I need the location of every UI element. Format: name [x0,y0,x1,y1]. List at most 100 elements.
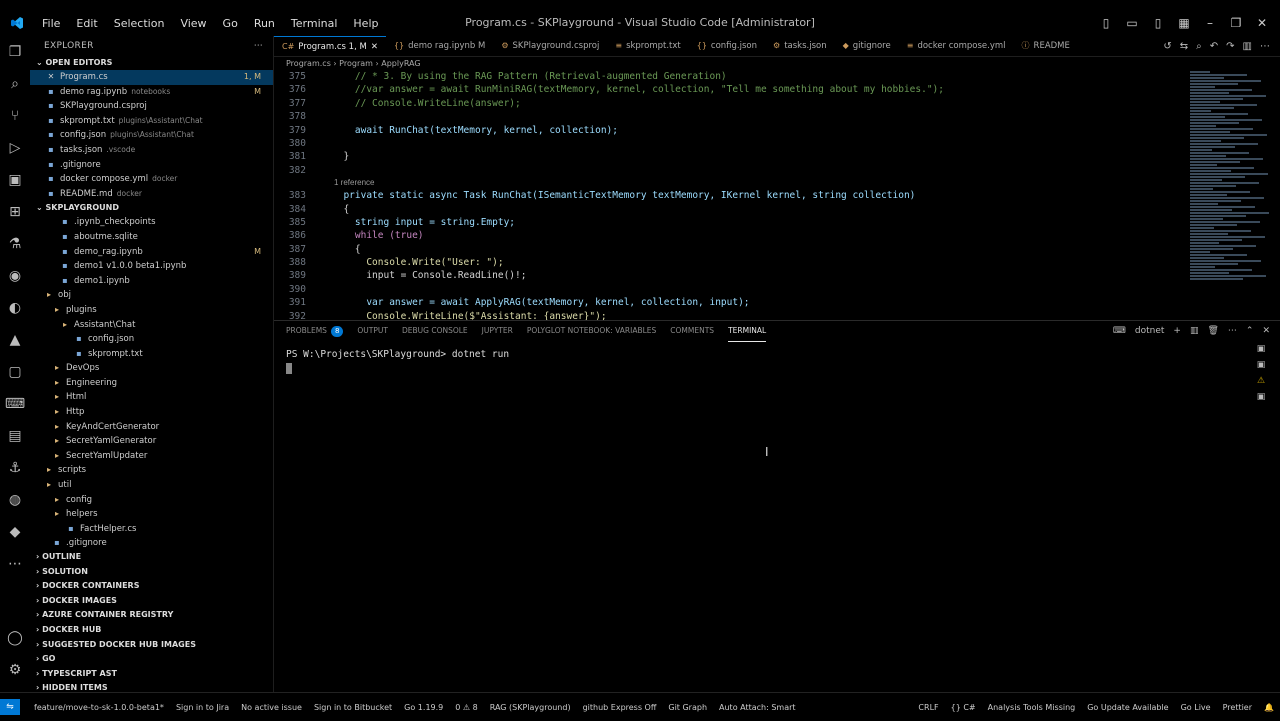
menu-file[interactable]: File [34,17,68,30]
open-editor-item[interactable]: ▪ tasks.json .vscode [30,143,273,158]
code-editor[interactable]: 375 // * 3. By using the RAG Pattern (Re… [274,70,1194,322]
file-item[interactable]: ▪ demo_rag.ipynb M [30,245,273,260]
jupyter-icon[interactable]: ◐ [0,292,30,324]
menu-edit[interactable]: Edit [68,17,105,30]
status-item[interactable]: Auto Attach: Smart [713,703,802,712]
status-item[interactable]: Analysis Tools Missing [982,703,1082,712]
editor-tab[interactable]: ⚙ SKPlayground.csproj [493,36,607,56]
status-item[interactable]: RAG (SKPlayground) [484,703,577,712]
terminal-view-icon[interactable]: ⌨ [0,388,30,420]
sidebar-section-3[interactable]: › DOCKER IMAGES [30,594,273,609]
menu-view[interactable]: View [172,17,214,30]
open-editor-item[interactable]: ▪ demo rag.ipynb notebooks M [30,85,273,100]
sidebar-section-5[interactable]: › DOCKER HUB [30,623,273,638]
folder-item[interactable]: ▸ Engineering [30,376,273,391]
explorer-more-icon[interactable]: ⋯ [254,36,263,56]
folder-item[interactable]: ▸ config [30,493,273,508]
folder-item[interactable]: ▸ KeyAndCertGenerator [30,420,273,435]
file-item[interactable]: ▪ demo1.ipynb [30,274,273,289]
editor-tab[interactable]: ≡ docker compose.yml [899,36,1014,56]
github-icon[interactable]: ◍ [0,484,30,516]
status-item[interactable]: Git Graph [662,703,713,712]
status-item[interactable]: Go Live [1175,703,1217,712]
git-graph-icon[interactable]: ◆ [0,516,30,548]
close-icon[interactable]: ✕ [46,70,56,85]
open-editor-item[interactable]: ▪ skprompt.txt plugins\Assistant\Chat [30,114,273,129]
folder-item[interactable]: ▸ scripts [30,463,273,478]
panel-tab-comments[interactable]: COMMENTS [670,321,714,341]
file-item[interactable]: ▪ .ipynb_checkpoints [30,215,273,230]
panel-tab-jupyter[interactable]: JUPYTER [482,321,513,341]
file-item[interactable]: ▪ aboutme.sqlite [30,230,273,245]
breadcrumb-item[interactable]: ApplyRAG [381,59,420,68]
menu-run[interactable]: Run [246,17,283,30]
editor-tab[interactable]: ⓘ README [1014,36,1078,56]
toggle-panel-icon[interactable]: ▭ [1126,16,1138,30]
docker-icon[interactable]: ◉ [0,260,30,292]
close-panel-icon[interactable]: ✕ [1262,326,1270,336]
file-item[interactable]: ▪ .gitignore [30,536,273,551]
terminal-tab-icon[interactable]: ▣ [1254,391,1268,403]
file-item[interactable]: ▪ config.json [30,332,273,347]
new-terminal-icon[interactable]: + [1173,326,1181,336]
workspace-section[interactable]: ⌄ SKPLAYGROUND [30,201,273,215]
folder-item[interactable]: ▸ DevOps [30,361,273,376]
folder-item[interactable]: ▸ util [30,478,273,493]
trash-icon[interactable]: 🗑 [1207,326,1218,336]
azure-icon[interactable]: ▲ [0,324,30,356]
find-icon[interactable]: ⌕ [1196,41,1202,52]
folder-item[interactable]: ▸ plugins [30,303,273,318]
status-item[interactable]: 0 ⚠ 8 [449,703,483,712]
more-icon[interactable]: ⋯ [0,548,30,580]
status-item[interactable]: Prettier [1217,703,1258,712]
status-item[interactable]: Go 1.19.9 [398,703,449,712]
sidebar-section-0[interactable]: › OUTLINE [30,550,273,565]
account-icon[interactable]: ◯ [0,622,30,654]
breadcrumb-item[interactable]: Program.cs [286,59,331,68]
split-terminal-icon[interactable]: ▥ [1190,326,1199,336]
editor-tab[interactable]: ≡ skprompt.txt [607,36,688,56]
sidebar-section-7[interactable]: › GO [30,652,273,667]
split-editor-icon[interactable]: ▥ [1243,41,1252,52]
editor-more-icon[interactable]: ⋯ [1260,41,1270,52]
menu-help[interactable]: Help [345,17,386,30]
open-editor-item[interactable]: ▪ README.md docker [30,187,273,202]
codelens-references[interactable]: 1 reference [274,177,1194,189]
kubernetes-icon[interactable]: ⚓ [0,452,30,484]
folder-item[interactable]: ▸ SecretYamlGenerator [30,434,273,449]
sidebar-section-4[interactable]: › AZURE CONTAINER REGISTRY [30,608,273,623]
terminal-name[interactable]: dotnet [1135,326,1165,336]
minimap[interactable] [1190,70,1270,320]
remote-indicator-icon[interactable]: ⇋ [0,699,20,715]
folder-item[interactable]: ▸ Http [30,405,273,420]
terminal-tab-icon[interactable]: ▣ [1254,359,1268,371]
explorer-icon[interactable]: ❐ [0,36,30,68]
open-editors-section[interactable]: ⌄ OPEN EDITORS [30,56,273,70]
terminal-output[interactable]: PS W:\Projects\SKPlayground> dotnet run [286,349,509,377]
file-item[interactable]: ▪ FactHelper.cs [30,522,273,537]
back-icon[interactable]: ↶ [1210,41,1218,52]
breadcrumb-item[interactable]: Program [339,59,373,68]
menu-selection[interactable]: Selection [106,17,173,30]
sidebar-section-6[interactable]: › SUGGESTED DOCKER HUB IMAGES [30,638,273,653]
compare-icon[interactable]: ⇆ [1180,41,1188,52]
remote-explorer-icon[interactable]: ▣ [0,164,30,196]
history-icon[interactable]: ↺ [1163,41,1171,52]
status-item[interactable]: github Express Off [577,703,663,712]
comments-icon[interactable]: ▢ [0,356,30,388]
panel-tab-debug-console[interactable]: DEBUG CONSOLE [402,321,468,341]
customize-layout-icon[interactable]: ▦ [1178,16,1190,30]
warning-icon[interactable]: ⚠ [1254,375,1268,387]
api-icon[interactable]: ▤ [0,420,30,452]
run-debug-icon[interactable]: ▷ [0,132,30,164]
panel-tab-polyglot-notebook-variables[interactable]: POLYGLOT NOTEBOOK: VARIABLES [527,321,656,341]
folder-item[interactable]: ▸ Assistant\Chat [30,318,273,333]
sidebar-section-2[interactable]: › DOCKER CONTAINERS [30,579,273,594]
maximize-panel-icon[interactable]: ⌃ [1246,326,1254,336]
status-item[interactable]: Sign in to Jira [170,703,235,712]
open-editor-item[interactable]: ▪ config.json plugins\Assistant\Chat [30,128,273,143]
editor-tab[interactable]: {} config.json [689,36,765,56]
file-item[interactable]: ▪ demo1 v1.0.0 beta1.ipynb [30,259,273,274]
open-editor-item[interactable]: ▪ .gitignore [30,158,273,173]
editor-tab[interactable]: ⚙ tasks.json [765,36,835,56]
